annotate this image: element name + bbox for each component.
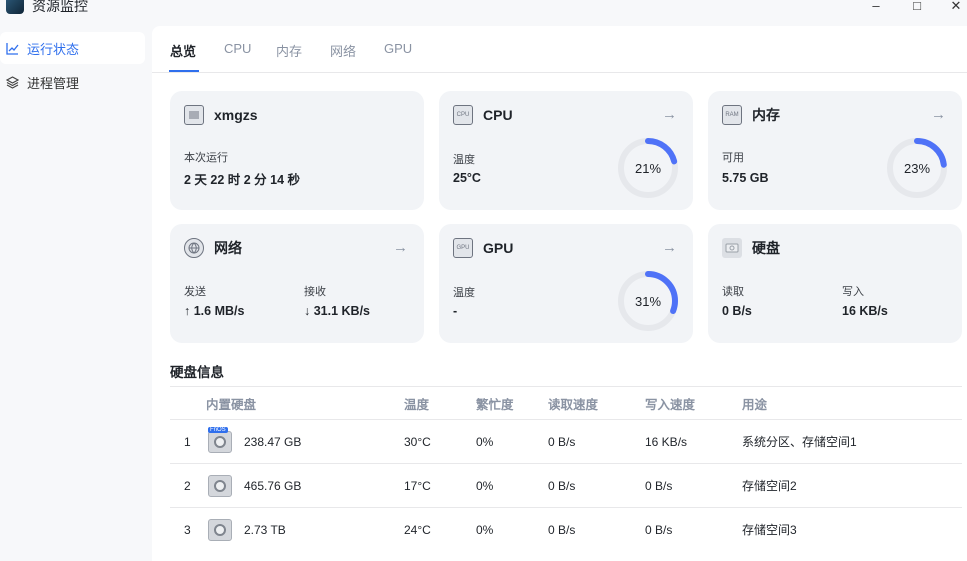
uptime-value: 2 天 22 时 2 分 14 秒 [184, 173, 301, 187]
disk-size: 238.47 GB [244, 434, 302, 449]
disk-read-value: 0 B/s [722, 304, 752, 318]
disk-write-label: 写入 [842, 286, 864, 298]
disk-write: 0 B/s [645, 522, 673, 537]
host-card: xmgzs 本次运行 2 天 22 时 2 分 14 秒 [170, 91, 424, 210]
network-arrow-icon[interactable]: → [393, 239, 408, 256]
table-row[interactable]: 1 FnOS 238.47 GB 30°C 0% 0 B/s 16 KB/s 系… [170, 419, 962, 463]
header-busy: 繁忙度 [476, 397, 514, 412]
disk-temp: 17°C [404, 478, 431, 493]
host-name: xmgzs [214, 107, 258, 123]
disk-busy: 0% [476, 434, 494, 449]
active-tab-indicator [169, 70, 199, 72]
table-row[interactable]: 3 2.73 TB 24°C 0% 0 B/s 0 B/s 存储空间3 [170, 507, 962, 551]
gpu-card-title: GPU [483, 240, 514, 256]
network-send-value: ↑ 1.6 MB/s [184, 304, 245, 318]
disk-size: 2.73 TB [244, 522, 286, 537]
uptime-label: 本次运行 [184, 152, 228, 164]
tab-bar: 总览 CPU 内存 网络 GPU [152, 26, 967, 73]
disk-read: 0 B/s [548, 478, 576, 493]
tab-overview[interactable]: 总览 [170, 41, 196, 60]
row-index: 2 [184, 478, 191, 493]
tab-network[interactable]: 网络 [330, 41, 356, 60]
network-recv-value: ↓ 31.1 KB/s [304, 304, 371, 318]
disk-card: 硬盘 读取 0 B/s 写入 16 KB/s [708, 224, 962, 343]
disk-write: 16 KB/s [645, 434, 688, 449]
disk-usage: 存储空间2 [742, 479, 797, 493]
row-index: 1 [184, 434, 191, 449]
disk-usage: 存储空间3 [742, 523, 797, 537]
network-recv-label: 接收 [304, 286, 326, 298]
memory-arrow-icon[interactable]: → [931, 106, 946, 123]
network-send-label: 发送 [184, 286, 206, 298]
gpu-card[interactable]: GPU GPU → 温度 - 31% [439, 224, 693, 343]
network-card-title: 网络 [214, 240, 242, 256]
ssd-icon: FnOS [208, 426, 232, 453]
disk-busy: 0% [476, 478, 494, 493]
table-row[interactable]: 2 465.76 GB 17°C 0% 0 B/s 0 B/s 存储空间2 [170, 463, 962, 507]
memory-available-label: 可用 [722, 152, 744, 164]
cpu-usage-percent: 21% [634, 160, 662, 176]
tab-gpu[interactable]: GPU [384, 41, 412, 56]
disk-read: 0 B/s [548, 434, 576, 449]
header-write: 写入速度 [645, 397, 696, 412]
network-card[interactable]: 网络 → 发送 ↑ 1.6 MB/s 接收 ↓ 31.1 KB/s [170, 224, 424, 343]
title-bar: 资源监控 – □ ✕ [0, 0, 967, 24]
disk-table: 内置硬盘 温度 繁忙度 读取速度 写入速度 用途 1 FnOS 238.47 G… [170, 386, 962, 551]
cpu-temp-value: 25°C [453, 171, 481, 185]
hdd-icon [208, 474, 232, 497]
globe-icon [184, 238, 204, 258]
main-panel: 总览 CPU 内存 网络 GPU xmgzs 本次运行 2 天 22 时 2 分… [152, 26, 967, 561]
disk-write-value: 16 KB/s [842, 304, 888, 318]
sidebar-item-status[interactable]: 运行状态 [0, 32, 145, 64]
disk-temp: 24°C [404, 522, 431, 537]
memory-usage-percent: 23% [903, 160, 931, 176]
table-header-row: 内置硬盘 温度 繁忙度 读取速度 写入速度 用途 [170, 386, 962, 419]
tab-cpu[interactable]: CPU [224, 41, 251, 56]
disk-info-title: 硬盘信息 [170, 365, 224, 380]
hard-drive-icon [722, 238, 742, 258]
header-disk: 内置硬盘 [206, 397, 257, 412]
row-index: 3 [184, 522, 191, 537]
cpu-arrow-icon[interactable]: → [662, 106, 677, 123]
header-read: 读取速度 [548, 397, 599, 412]
line-chart-icon [5, 41, 19, 55]
memory-available-value: 5.75 GB [722, 171, 769, 185]
cpu-card-title: CPU [483, 107, 513, 123]
sidebar-item-label: 运行状态 [27, 41, 80, 57]
header-temp: 温度 [404, 397, 430, 412]
sidebar-item-processes[interactable]: 进程管理 [0, 66, 145, 98]
hdd-icon [208, 518, 232, 541]
gpu-temp-label: 温度 [453, 287, 475, 299]
gpu-arrow-icon[interactable]: → [662, 239, 677, 256]
ram-icon: RAM [722, 105, 742, 125]
app-logo-icon [6, 0, 24, 14]
sidebar: 运行状态 进程管理 [0, 32, 150, 100]
disk-temp: 30°C [404, 434, 431, 449]
layers-icon [5, 75, 19, 89]
minimize-button[interactable]: – [866, 0, 886, 14]
maximize-button[interactable]: □ [907, 0, 927, 14]
disk-read: 0 B/s [548, 522, 576, 537]
disk-read-label: 读取 [722, 286, 744, 298]
header-usage: 用途 [742, 397, 768, 412]
ssd-tag: FnOS [208, 426, 228, 433]
disk-write: 0 B/s [645, 478, 673, 493]
memory-card-title: 内存 [752, 107, 780, 123]
disk-card-title: 硬盘 [752, 240, 780, 256]
server-icon [184, 105, 204, 125]
gpu-chip-icon: GPU [453, 238, 473, 258]
cpu-temp-label: 温度 [453, 154, 475, 166]
gpu-usage-percent: 31% [634, 293, 662, 309]
cpu-chip-icon: CPU [453, 105, 473, 125]
sidebar-item-label: 进程管理 [27, 75, 80, 91]
close-button[interactable]: ✕ [946, 0, 966, 14]
tab-memory[interactable]: 内存 [276, 41, 302, 60]
memory-card[interactable]: RAM 内存 → 可用 5.75 GB 23% [708, 91, 962, 210]
gpu-temp-value: - [453, 304, 458, 318]
disk-busy: 0% [476, 522, 494, 537]
disk-usage: 系统分区、存储空间1 [742, 435, 857, 449]
disk-size: 465.76 GB [244, 478, 302, 493]
cpu-card[interactable]: CPU CPU → 温度 25°C 21% [439, 91, 693, 210]
window-title: 资源监控 [32, 0, 88, 14]
